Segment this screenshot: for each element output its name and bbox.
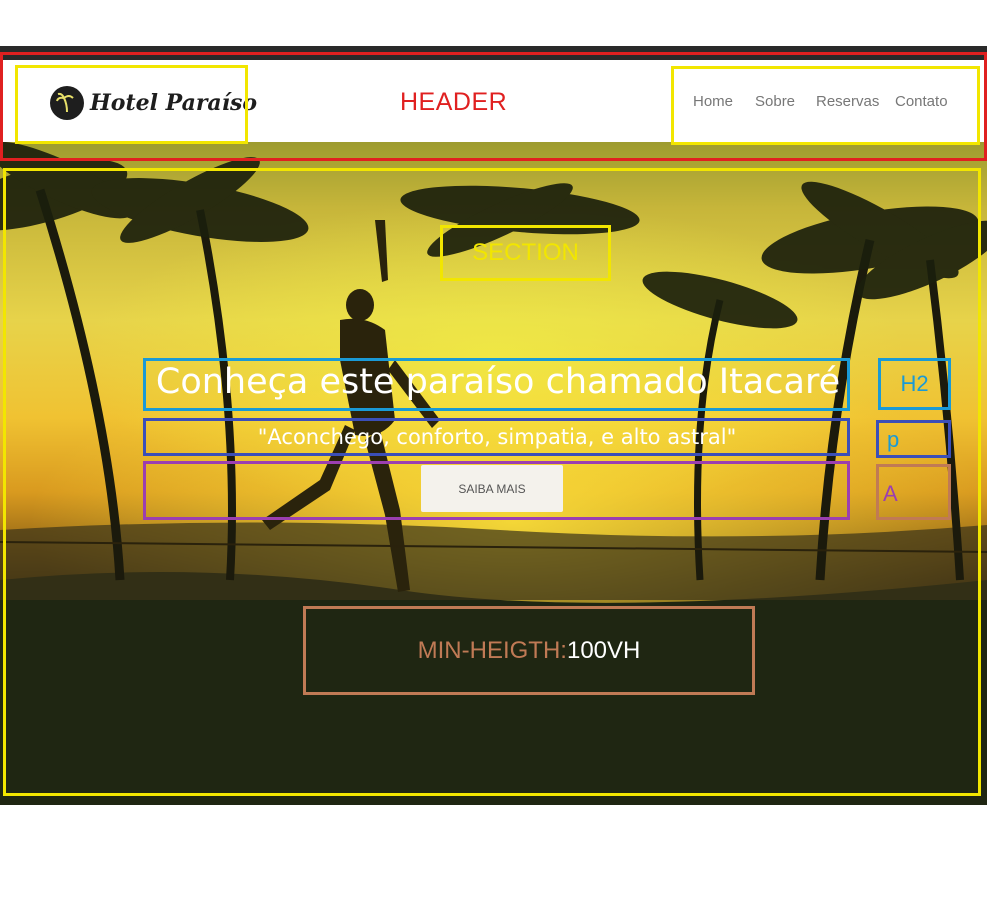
saiba-mais-button[interactable]: SAIBA MAIS — [421, 465, 563, 512]
min-height-annotation-box: MIN-HEIGTH: 100VH — [303, 606, 755, 695]
page: Hotel Paraíso HEADER Home Sobre Reservas… — [0, 0, 1000, 900]
a-label-box: A — [876, 464, 951, 520]
min-height-label: MIN-HEIGTH: — [417, 636, 567, 664]
min-height-value: 100VH — [566, 636, 641, 664]
section-label-box: SECTION — [440, 225, 611, 281]
a-annotation-label: A — [883, 481, 898, 506]
nav-annotation-box — [671, 66, 980, 145]
h2-label-box: H2 — [878, 358, 951, 410]
p-annotation-label: p — [887, 427, 900, 452]
hero-title: Conheça este paraíso chamado Itacaré — [155, 362, 841, 402]
section-annotation-label: SECTION — [472, 239, 579, 266]
logo-annotation-box — [15, 65, 248, 144]
p-label-box: p — [876, 420, 951, 458]
hero-subtitle: "Aconchego, conforto, simpatia, e alto a… — [257, 425, 737, 449]
h2-annotation-label: H2 — [900, 371, 929, 396]
